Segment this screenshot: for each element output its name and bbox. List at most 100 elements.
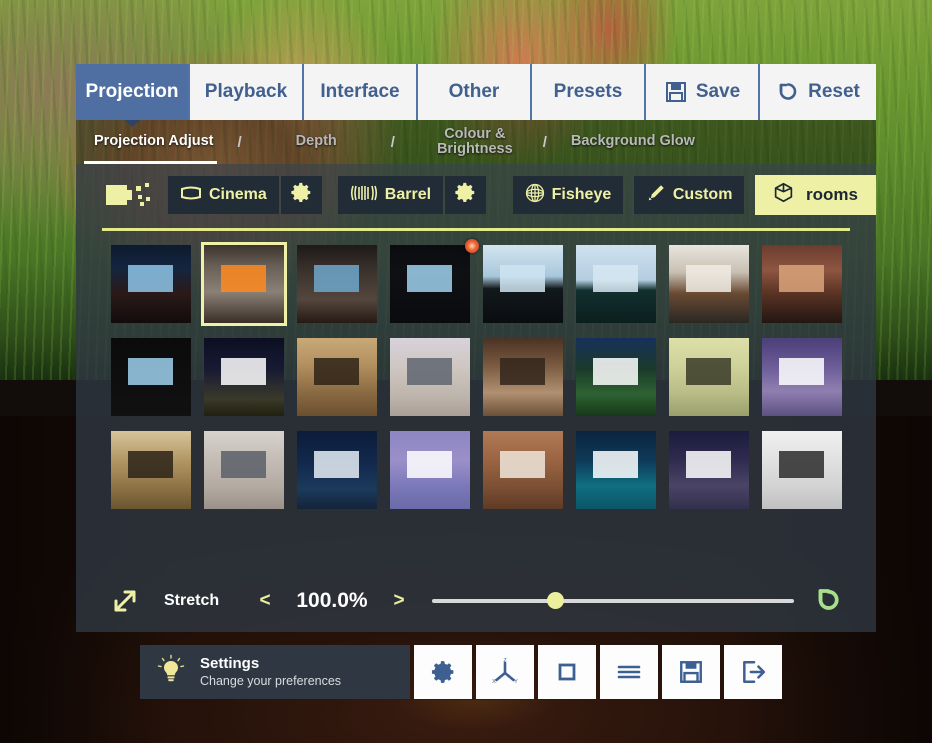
thumbnail-image	[296, 431, 377, 509]
thumbnail-image	[296, 338, 377, 416]
stretch-label: Stretch	[164, 592, 220, 609]
tab-projection[interactable]: Projection	[76, 64, 190, 120]
gear-icon-button[interactable]	[414, 645, 472, 699]
mode-button-rooms[interactable]: rooms	[755, 175, 876, 215]
square-icon-button[interactable]	[538, 645, 596, 699]
thumbnail-home-theatre-seats[interactable]	[389, 239, 479, 323]
thumbnail-badge-icon	[464, 239, 479, 253]
hamburger-icon-button[interactable]	[600, 645, 658, 699]
thumbnail-screen	[593, 358, 638, 385]
thumbnail-screen	[314, 451, 359, 478]
stretch-slider-knob[interactable]	[547, 592, 565, 609]
breadcrumb-label-1: Depth	[295, 133, 337, 150]
stretch-arrows-icon[interactable]	[104, 586, 146, 616]
stretch-reset-button[interactable]	[808, 586, 848, 616]
thumbnail-image	[575, 338, 656, 416]
thumbnail-open-air-screen[interactable]	[575, 245, 656, 323]
projector-icon[interactable]	[104, 175, 154, 215]
svg-text:X: X	[492, 679, 496, 685]
stretch-slider-track	[432, 599, 794, 603]
tab-presets-label: Presets	[553, 81, 623, 102]
mode-button-fisheye[interactable]: Fisheye	[512, 176, 624, 214]
screen-icon	[180, 185, 202, 206]
breadcrumb-item-background-glow[interactable]: Background Glow	[561, 134, 705, 149]
thumbnail-image	[203, 245, 284, 323]
thumbnail-purple-dusk-poolside[interactable]	[761, 338, 842, 416]
mode-button-custom[interactable]: Custom	[633, 176, 745, 214]
thumbnail-image	[296, 245, 377, 323]
thumbnail-beach-cabana-screen[interactable]	[668, 431, 749, 509]
thumbnail-starry-night-room[interactable]	[296, 431, 377, 509]
thumbnail-screen	[500, 265, 545, 292]
thumbnail-modern-lounge-bright[interactable]	[668, 245, 749, 323]
tab-presets[interactable]: Presets	[532, 64, 646, 120]
breadcrumb: Projection Adjust / Depth / Colour & Bri…	[76, 120, 876, 164]
thumbnail-white-modern-theatre[interactable]	[761, 431, 842, 509]
thumbnail-image	[389, 431, 470, 509]
panel-content: Cinema Barrel Fisheye Custom rooms Stret…	[76, 164, 876, 632]
thumbnail-image	[575, 245, 656, 323]
stretch-slider[interactable]	[432, 591, 794, 611]
thumbnail-palm-pool-dusk[interactable]	[389, 431, 470, 509]
projection-mode-toolbar: Cinema Barrel Fisheye Custom rooms	[76, 164, 876, 226]
breadcrumb-separator-3: /	[542, 133, 547, 151]
thumbnail-screen	[128, 265, 173, 292]
square-icon	[554, 659, 580, 685]
axis-xyz-icon: Z X Y	[490, 657, 520, 687]
breadcrumb-separator-1: /	[237, 133, 242, 151]
breadcrumb-item-depth[interactable]: Depth	[286, 134, 347, 149]
pencil-icon	[646, 183, 666, 208]
barrel-settings-gear-button[interactable]	[445, 176, 487, 214]
thumbnail-living-room-fireplace[interactable]	[200, 242, 287, 326]
thumbnail-classic-panorama-hall[interactable]	[296, 338, 377, 416]
thumbnail-screen	[128, 358, 173, 385]
thumbnail-screen	[686, 358, 731, 385]
thumbnail-image	[110, 431, 191, 509]
thumbnail-screen	[128, 451, 173, 478]
thumbnail-white-gallery-pano[interactable]	[389, 338, 470, 416]
thumbnail-backyard-night-screen[interactable]	[575, 338, 656, 416]
tab-save[interactable]: Save	[646, 64, 760, 120]
mode-label-fisheye: Fisheye	[551, 186, 612, 203]
tab-other[interactable]: Other	[418, 64, 532, 120]
save-icon-button[interactable]	[662, 645, 720, 699]
thumbnail-green-room-panorama[interactable]	[668, 338, 749, 416]
breadcrumb-item-colour-brightness[interactable]: Colour & Brightness	[427, 126, 523, 157]
main-tab-bar: Projection Playback Interface Other Pres…	[76, 64, 876, 120]
thumbnail-gold-lounge-pano[interactable]	[110, 431, 191, 509]
axis-xyz-icon-button[interactable]: Z X Y	[476, 645, 534, 699]
breadcrumb-item-projection-adjust[interactable]: Projection Adjust	[84, 134, 224, 149]
stretch-slider-row: Stretch < 100.0% >	[76, 570, 876, 632]
thumbnail-night-outdoor-screen[interactable]	[203, 338, 284, 416]
hamburger-icon	[615, 660, 643, 684]
tab-playback-label: Playback	[204, 81, 288, 102]
thumbnail-image	[110, 338, 191, 416]
settings-tooltip-card[interactable]: Settings Change your preferences	[140, 645, 410, 699]
thumbnail-wide-screen-theatre[interactable]	[482, 245, 563, 323]
mode-label-rooms: rooms	[806, 185, 858, 204]
thumbnail-screen	[407, 358, 452, 385]
stretch-increment-button[interactable]: >	[384, 590, 414, 612]
tab-interface[interactable]: Interface	[304, 64, 418, 120]
stretch-decrement-button[interactable]: <	[250, 590, 280, 612]
thumbnail-warm-cave-lounge[interactable]	[482, 431, 563, 509]
exit-icon-button[interactable]	[724, 645, 782, 699]
thumbnail-framed-screen-blue-sky[interactable]	[110, 338, 191, 416]
thumbnail-modern-lounge-warm[interactable]	[761, 245, 842, 323]
thumbnail-screen	[500, 358, 545, 385]
mode-button-cinema[interactable]: Cinema	[168, 176, 279, 214]
mode-button-barrel[interactable]: Barrel	[337, 176, 444, 214]
tab-playback[interactable]: Playback	[190, 64, 304, 120]
thumbnail-drive-in-car-view[interactable]	[110, 245, 191, 323]
thumbnail-grey-arch-hall-pano[interactable]	[203, 431, 284, 509]
stretch-value: 100.0%	[296, 589, 368, 612]
thumbnail-teal-pool-night[interactable]	[575, 431, 656, 509]
thumbnail-screen	[221, 265, 266, 292]
thumbnail-brown-dome-theatre[interactable]	[482, 338, 563, 416]
thumbnail-dark-hallway-room[interactable]	[296, 245, 377, 323]
lightbulb-icon	[156, 654, 186, 691]
undo-arrow-icon	[776, 80, 800, 104]
cinema-settings-gear-button[interactable]	[280, 176, 322, 214]
thumbnail-screen	[500, 451, 545, 478]
tab-reset[interactable]: Reset	[760, 64, 876, 120]
